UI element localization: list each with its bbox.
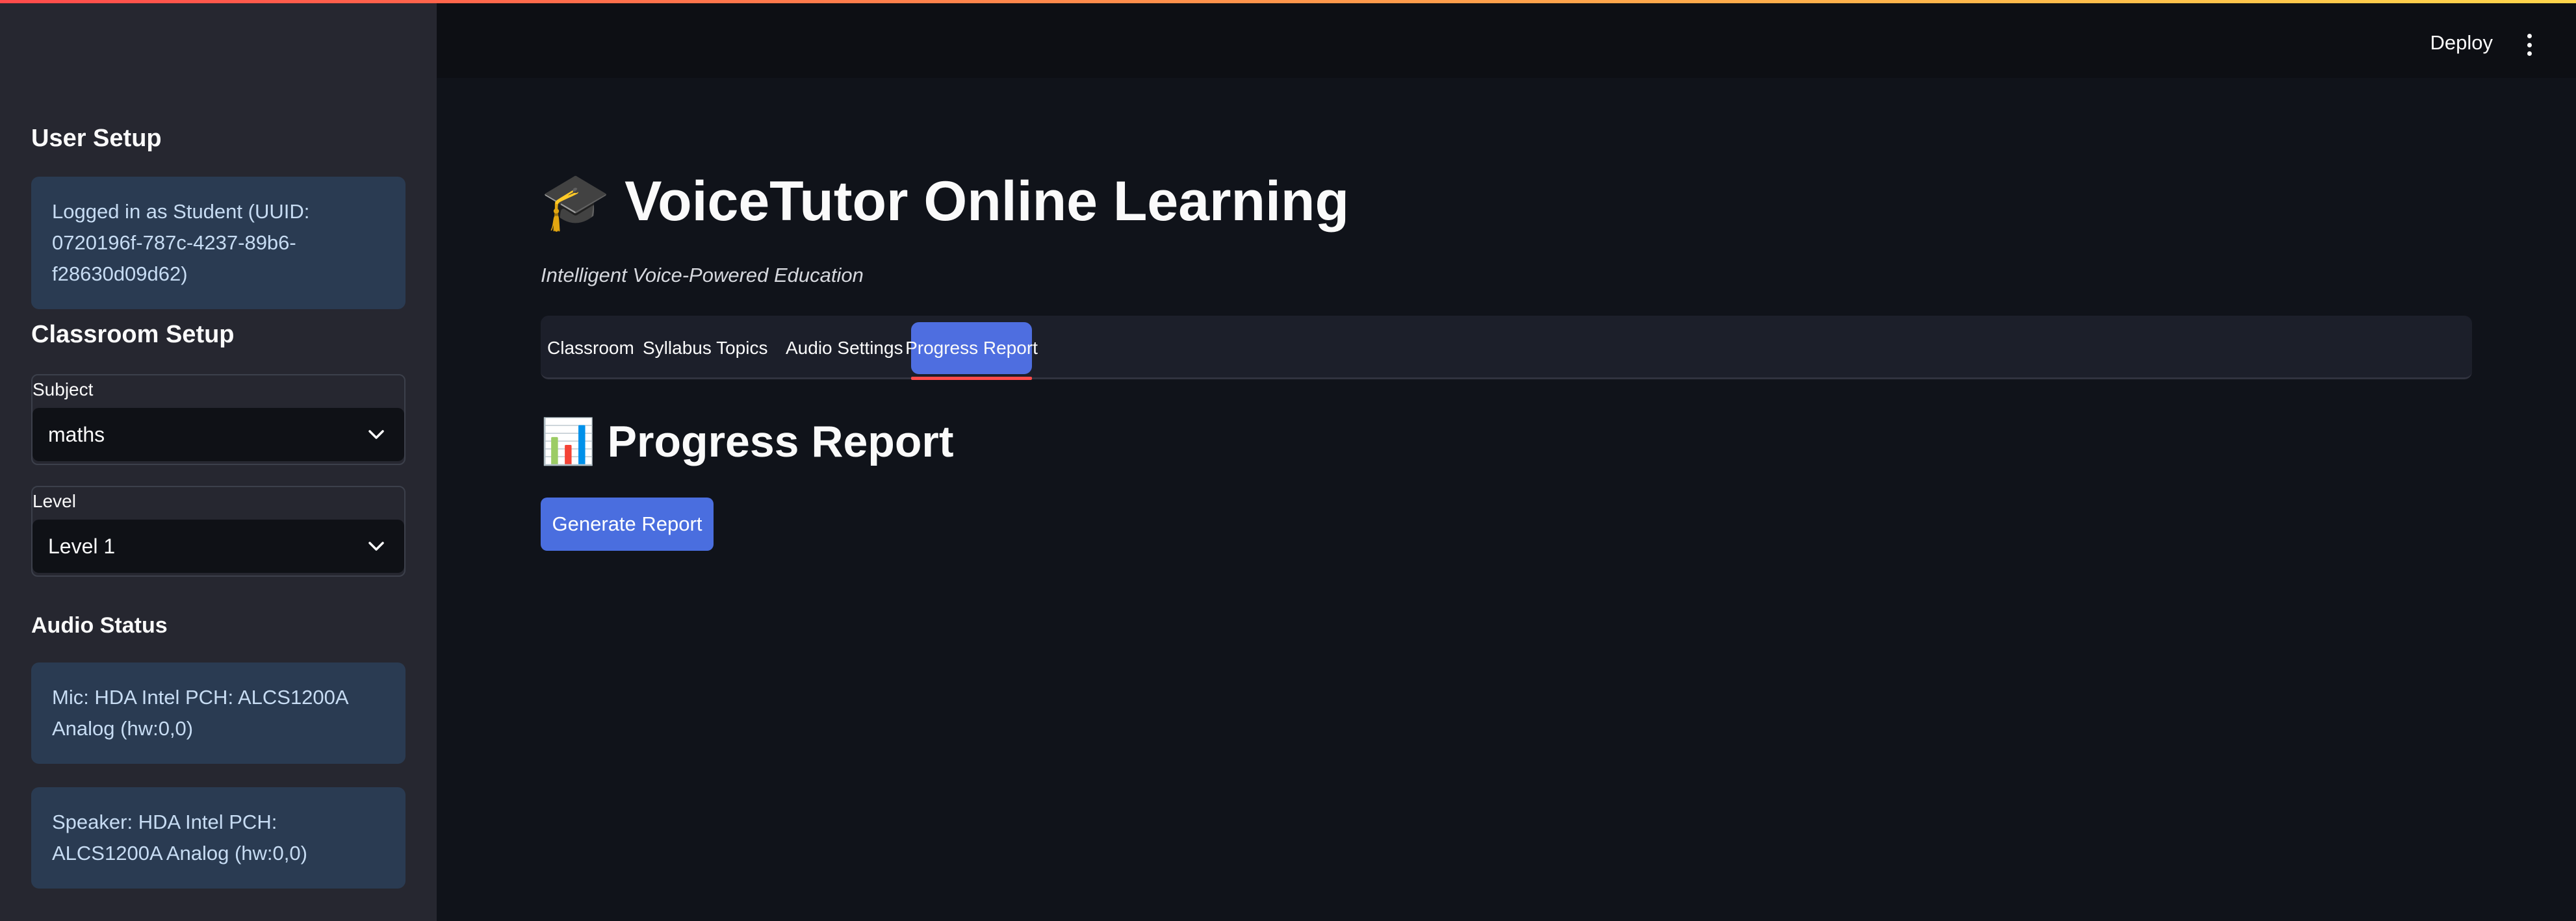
section-title: 📊 Progress Report <box>541 416 953 468</box>
level-select-value: Level 1 <box>48 534 116 558</box>
kebab-menu-icon[interactable] <box>2523 34 2536 56</box>
subject-select-value: maths <box>48 422 105 446</box>
graduation-cap-icon: 🎓 <box>541 171 611 233</box>
page-title: 🎓 VoiceTutor Online Learning <box>541 169 1349 234</box>
audio-status-heading: Audio Status <box>31 613 168 638</box>
subject-select-group: Subject maths <box>31 374 406 465</box>
page-subtitle: Intelligent Voice-Powered Education <box>541 264 864 286</box>
user-setup-heading: User Setup <box>31 125 162 152</box>
tab-classroom[interactable]: Classroom <box>547 322 634 374</box>
active-tab-indicator <box>911 377 1032 380</box>
chevron-down-icon <box>364 534 389 559</box>
sidebar: User Setup Logged in as Student (UUID: 0… <box>0 0 437 921</box>
mic-status-box: Mic: HDA Intel PCH: ALCS1200A Analog (hw… <box>31 662 406 764</box>
chevron-down-icon <box>364 422 389 447</box>
tab-syllabus-topics[interactable]: Syllabus Topics <box>643 322 767 374</box>
level-select-group: Level Level 1 <box>31 486 406 577</box>
deploy-button[interactable]: Deploy <box>2430 31 2493 55</box>
level-label: Level <box>32 491 76 511</box>
tab-progress-report[interactable]: Progress Report <box>905 322 1038 374</box>
page-title-text: VoiceTutor Online Learning <box>625 170 1349 233</box>
tab-bar: Classroom Syllabus Topics Audio Settings… <box>541 316 2472 380</box>
speaker-status-box: Speaker: HDA Intel PCH: ALCS1200A Analog… <box>31 787 406 889</box>
section-title-text: Progress Report <box>607 417 954 466</box>
top-decoration-bar <box>0 0 2576 3</box>
app-header: Deploy <box>437 0 2576 78</box>
subject-select[interactable]: maths <box>32 408 404 461</box>
tab-audio-settings[interactable]: Audio Settings <box>786 322 903 374</box>
generate-report-button[interactable]: Generate Report <box>541 498 714 551</box>
bar-chart-icon: 📊 <box>541 417 596 466</box>
main-content: 🎓 VoiceTutor Online Learning Intelligent… <box>437 78 2576 921</box>
classroom-setup-heading: Classroom Setup <box>31 321 235 348</box>
subject-label: Subject <box>32 379 94 399</box>
level-select[interactable]: Level 1 <box>32 520 404 573</box>
login-info-box: Logged in as Student (UUID: 0720196f-787… <box>31 177 406 309</box>
